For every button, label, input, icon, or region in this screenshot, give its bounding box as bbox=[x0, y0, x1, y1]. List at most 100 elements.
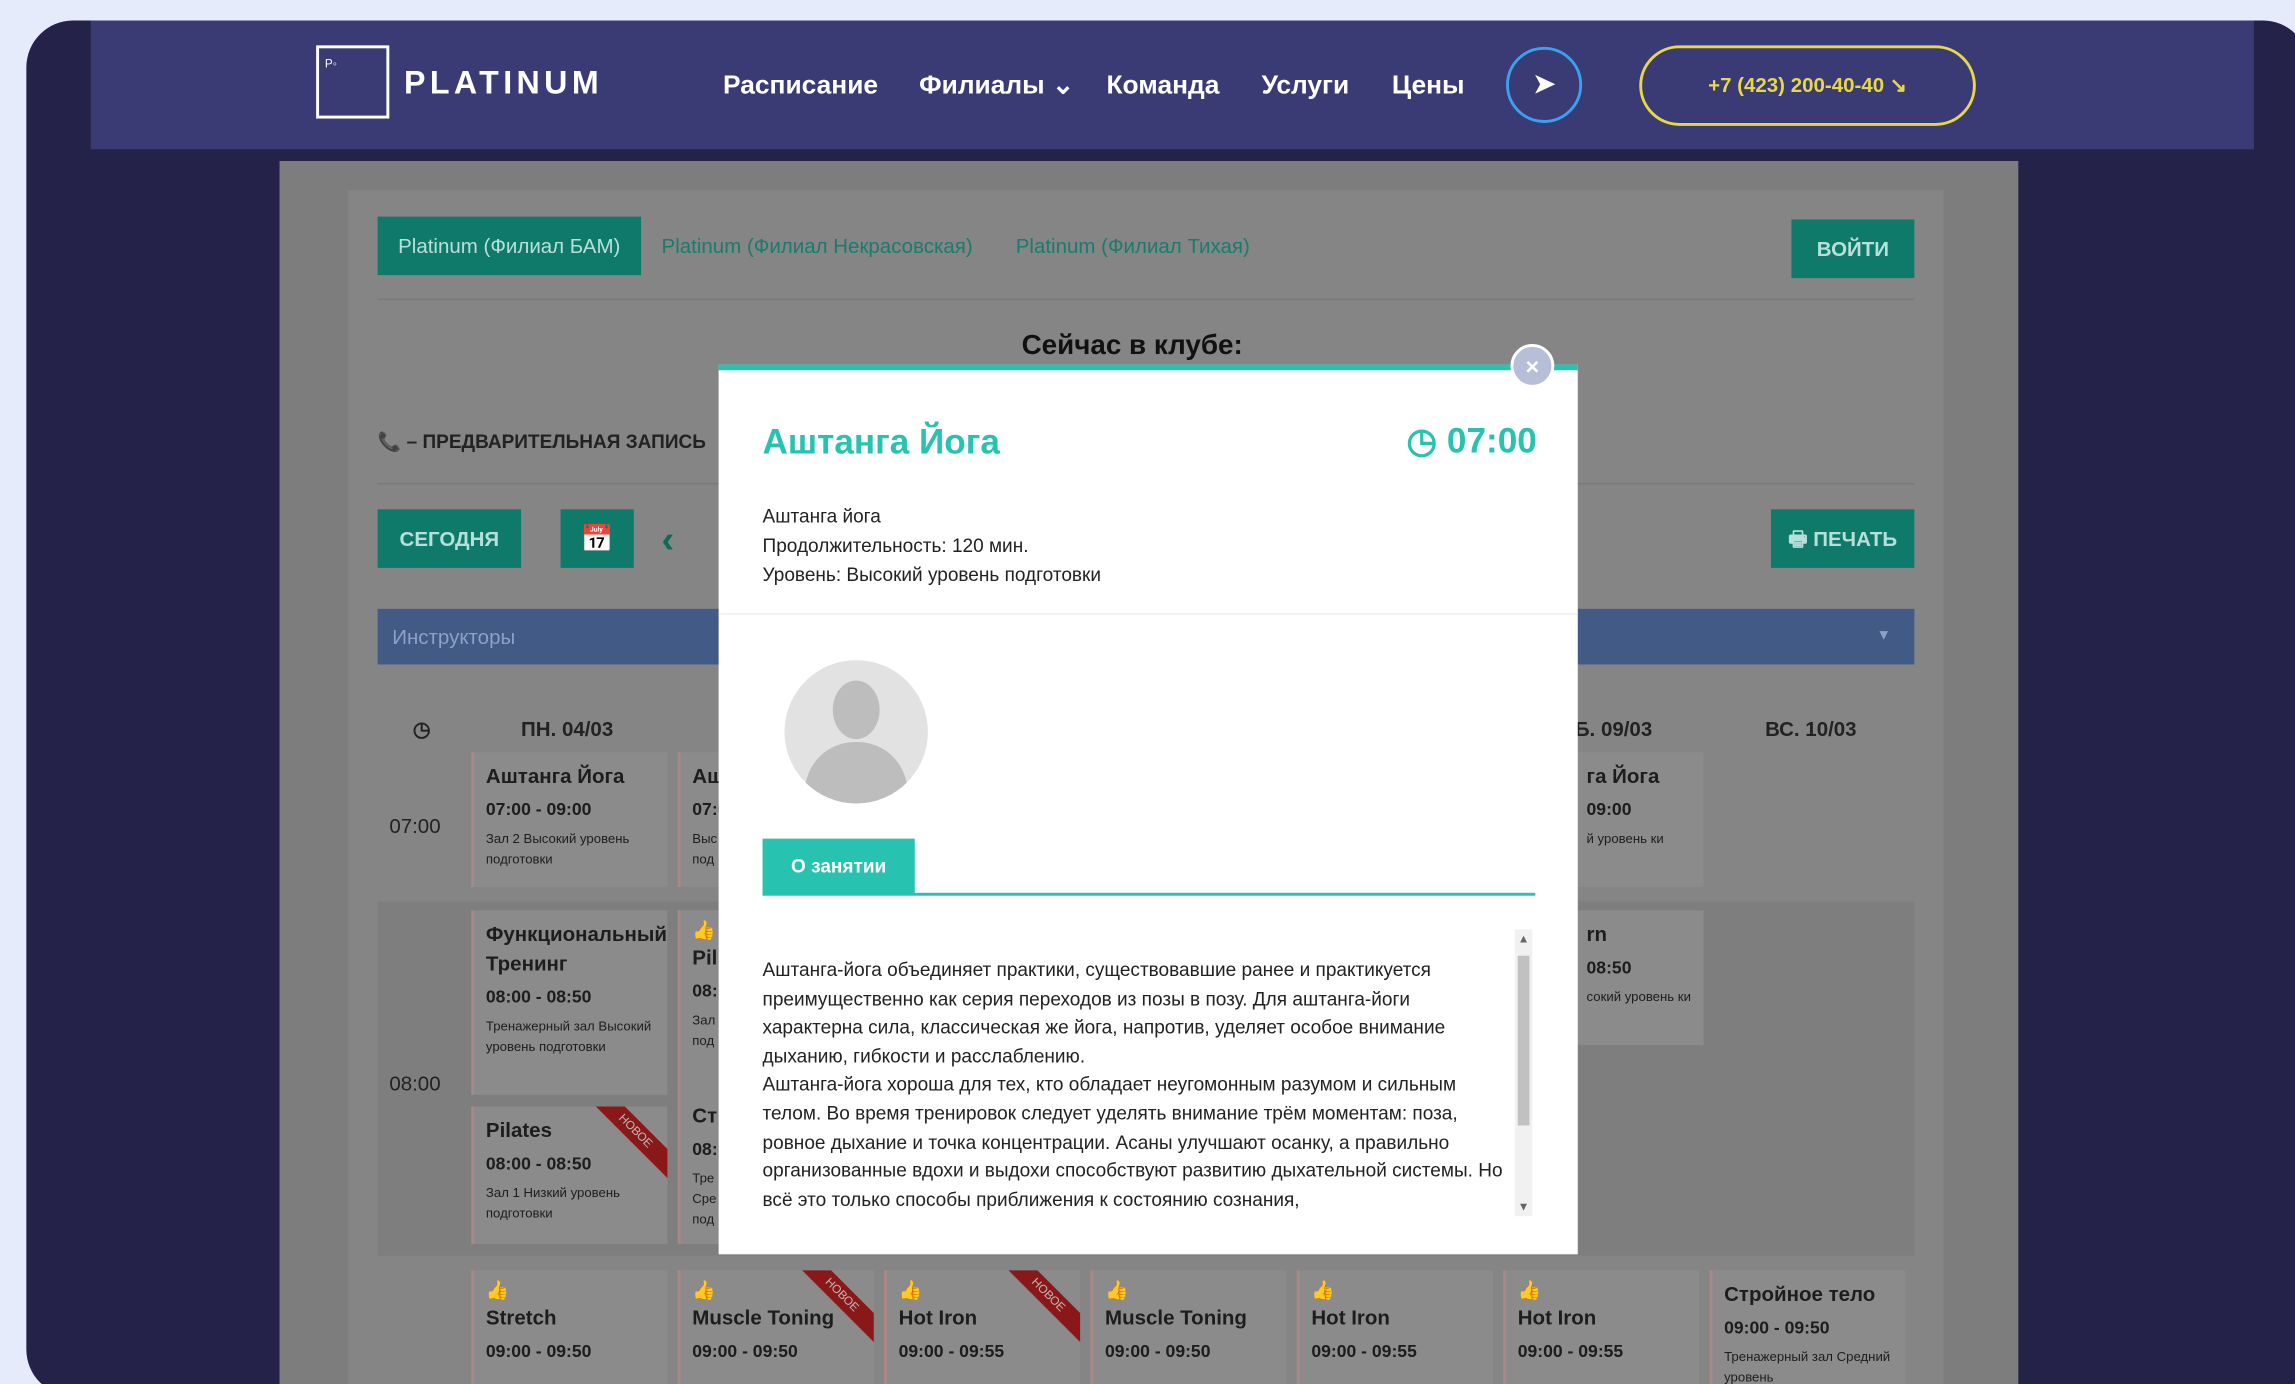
class-description[interactable]: Аштанга-йога объединяет практики, сущест… bbox=[763, 956, 1512, 1219]
class-card[interactable]: 👍 Muscle Toning 09:00 - 09:50 bbox=[1090, 1270, 1287, 1384]
class-title: Функциональный Тренинг bbox=[485, 922, 668, 975]
class-hours: 09:00 - 09:55 bbox=[898, 1340, 1005, 1362]
class-title: Muscle Toning bbox=[1105, 1305, 1247, 1329]
class-title: Hot Iron bbox=[1517, 1305, 1597, 1329]
scroll-up-icon[interactable]: ▲ bbox=[1518, 932, 1530, 945]
day-header-sat: Б. 09/03 bbox=[1574, 717, 1653, 741]
class-card[interactable]: га Йога 09:00 й уровень ки bbox=[1571, 752, 1704, 887]
class-card[interactable]: Ашт 07:0 Выс под bbox=[677, 752, 722, 887]
class-card[interactable]: Аштанга Йога 07:00 - 09:00 Зал 2 Высокий у… bbox=[471, 752, 668, 887]
prebooking-legend: 📞 – ПРЕДВАРИТЕЛЬНАЯ ЗАПИСЬ bbox=[377, 430, 706, 453]
scrollbar-thumb[interactable] bbox=[1517, 955, 1530, 1126]
branch-tab-bam[interactable]: Platinum (Филиал БАМ) bbox=[377, 216, 641, 276]
description-paragraph: Аштанга-йога хороша для тех, кто обладае… bbox=[762, 1073, 1503, 1211]
class-title: Pil bbox=[692, 945, 718, 969]
modal-time: ◷ 07:00 bbox=[1406, 421, 1537, 462]
class-title: Стройное тело bbox=[1724, 1282, 1876, 1306]
class-hours: 08: bbox=[692, 1138, 718, 1160]
class-hours: 07:00 - 09:00 bbox=[485, 799, 592, 820]
tab-about-class[interactable]: О занятии bbox=[762, 838, 915, 895]
login-button[interactable]: ВОЙТИ bbox=[1791, 219, 1915, 279]
class-title: Ашт bbox=[692, 763, 721, 788]
like-icon: 👍 bbox=[1517, 1279, 1542, 1302]
class-room: Тренажерный зал Средний уровень bbox=[1724, 1349, 1891, 1384]
class-card[interactable]: Ст 08: Тре Сре под bbox=[677, 1091, 722, 1245]
class-title: Stretch bbox=[485, 1305, 557, 1329]
class-card[interactable]: rn 08:50 сокий уровень ки bbox=[1571, 910, 1704, 1046]
class-title: Аштанга Йога bbox=[485, 763, 625, 788]
like-icon: 👍 bbox=[1311, 1279, 1336, 1302]
logo-text[interactable]: PLATINUM bbox=[404, 64, 603, 102]
class-name: Аштанга йога bbox=[762, 504, 881, 527]
nav-services[interactable]: Услуги bbox=[1262, 70, 1350, 101]
class-room: Зал 2 Высокий уровень подготовки bbox=[485, 831, 630, 867]
logo[interactable]: P◦ bbox=[316, 45, 390, 119]
class-card[interactable]: НОВОЕ 👍 Hot Iron 09:00 - 09:55 bbox=[884, 1270, 1081, 1384]
class-card[interactable]: 👍 Stretch 09:00 - 09:50 bbox=[471, 1270, 668, 1384]
class-room: Выс под bbox=[692, 831, 718, 867]
class-room: сокий уровень ки bbox=[1586, 989, 1691, 1005]
modal-title: Аштанга Йога bbox=[762, 422, 1000, 463]
avatar bbox=[784, 660, 928, 804]
calendar-icon[interactable]: 📅 bbox=[560, 509, 634, 568]
class-details-modal: × Аштанга Йога ◷ 07:00 Аштанга йога Прод… bbox=[718, 343, 1578, 1255]
class-hours: 09:00 - 09:50 bbox=[1724, 1317, 1830, 1338]
class-info: Аштанга йога Продолжительность: 120 мин.… bbox=[763, 502, 1101, 590]
like-icon: 👍 bbox=[692, 919, 716, 942]
class-card[interactable]: НОВОЕ 👍 Muscle Toning 09:00 - 09:50 bbox=[677, 1270, 874, 1384]
nav-prices[interactable]: Цены bbox=[1392, 70, 1465, 101]
class-hours: 09:00 - 09:50 bbox=[1105, 1340, 1211, 1362]
class-card[interactable]: НОВОЕ Pilates 08:00 - 08:50 Зал 1 Низкий ур… bbox=[471, 1106, 668, 1245]
class-hours: 08:00 - 08:50 bbox=[485, 1153, 592, 1174]
close-icon[interactable]: × bbox=[1510, 343, 1555, 388]
class-title: Ст bbox=[692, 1103, 718, 1127]
class-hours: 08:50 bbox=[1586, 957, 1632, 978]
class-level: Уровень: Высокий уровень подготовки bbox=[762, 563, 1101, 586]
like-icon: 👍 bbox=[1105, 1279, 1129, 1302]
class-card[interactable]: Функциональный Тренинг 08:00 - 08:50 Трена… bbox=[471, 910, 668, 1095]
phone-button[interactable]: +7 (423) 200-40-40 ↘ bbox=[1639, 45, 1976, 126]
class-room: Зал 1 Низкий уровень подготовки bbox=[485, 1185, 620, 1221]
class-card[interactable]: 👍 Hot Iron 09:00 - 09:55 bbox=[1296, 1270, 1493, 1384]
browser-viewport: P◦ PLATINUM Расписание Филиалы ⌄ Команда… bbox=[26, 20, 2295, 1384]
divider bbox=[377, 298, 1915, 301]
time-label: 08:00 bbox=[389, 1071, 441, 1095]
class-card[interactable]: Стройное тело 09:00 - 09:50 Тренажерный за… bbox=[1709, 1270, 1906, 1384]
print-button[interactable]: 🖶 ПЕЧАТЬ bbox=[1770, 509, 1915, 568]
class-title: Muscle Toning bbox=[692, 1305, 835, 1329]
nav-team[interactable]: Команда bbox=[1106, 70, 1219, 101]
site-header: P◦ PLATINUM Расписание Филиалы ⌄ Команда… bbox=[90, 20, 2254, 150]
like-icon: 👍 bbox=[485, 1279, 510, 1302]
class-hours: 09:00 - 09:55 bbox=[1311, 1340, 1417, 1362]
today-button[interactable]: СЕГОДНЯ bbox=[377, 509, 522, 568]
class-duration: Продолжительность: 120 мин. bbox=[762, 534, 1029, 557]
class-title: Hot Iron bbox=[898, 1305, 978, 1329]
divider bbox=[718, 613, 1578, 615]
class-card[interactable]: 👍 Hot Iron 09:00 - 09:55 bbox=[1503, 1270, 1700, 1384]
logo-mark: P◦ bbox=[324, 57, 337, 71]
nav-schedule[interactable]: Расписание bbox=[723, 70, 878, 101]
class-hours: 08: bbox=[692, 980, 718, 1002]
class-card[interactable]: 👍 Pil 08: Зал под bbox=[677, 910, 722, 1095]
telegram-icon[interactable]: ➤ bbox=[1506, 46, 1583, 123]
now-in-club-title: Сейчас в клубе: bbox=[1021, 330, 1243, 362]
prev-week-icon[interactable]: ‹ bbox=[662, 509, 675, 568]
class-title: rn bbox=[1586, 922, 1608, 946]
class-title: га Йога bbox=[1586, 763, 1660, 788]
tab-underline bbox=[762, 892, 1536, 896]
branch-tab-tikhaya[interactable]: Platinum (Филиал Тихая) bbox=[995, 217, 1270, 276]
day-header-mon: ПН. 04/03 bbox=[521, 717, 614, 741]
nav-branches[interactable]: Филиалы ⌄ bbox=[919, 70, 1074, 101]
scrollbar[interactable]: ▲ ▼ bbox=[1514, 929, 1533, 1217]
class-hours: 09:00 bbox=[1586, 799, 1632, 820]
class-hours: 07:0 bbox=[692, 799, 721, 820]
class-hours: 09:00 - 09:55 bbox=[1517, 1340, 1624, 1362]
class-room: Тре Сре под bbox=[692, 1170, 717, 1227]
scroll-down-icon[interactable]: ▼ bbox=[1518, 1200, 1530, 1213]
chevron-down-icon: ▼ bbox=[1876, 627, 1891, 644]
class-room: Зал под bbox=[692, 1012, 716, 1048]
instructors-label: Инструкторы bbox=[392, 624, 516, 649]
clock-icon: ◷ bbox=[412, 717, 431, 741]
day-header-sun: ВС. 10/03 bbox=[1765, 717, 1857, 741]
branch-tab-nekrasovskaya[interactable]: Platinum (Филиал Некрасовская) bbox=[641, 217, 993, 276]
